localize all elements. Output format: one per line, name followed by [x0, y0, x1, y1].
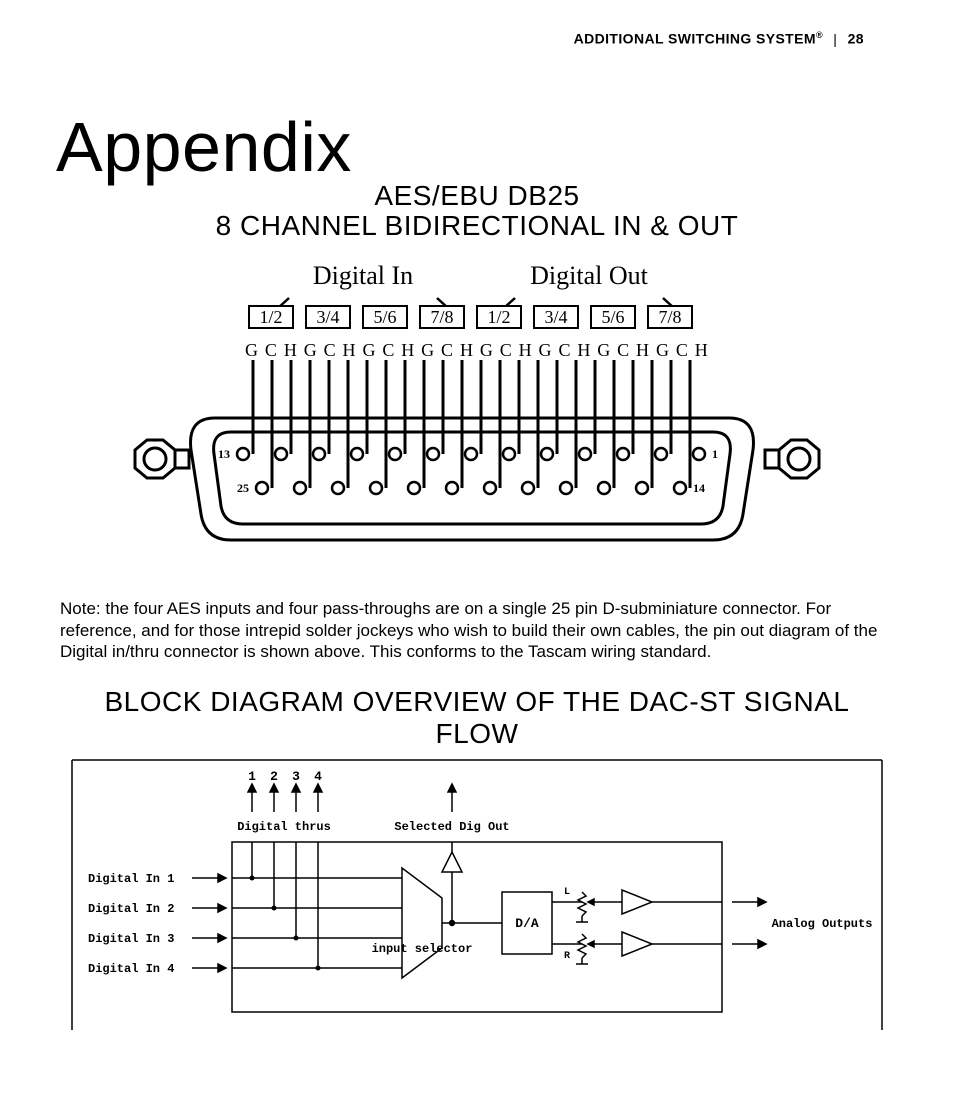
- digital-out-label: Digital Out: [530, 261, 648, 290]
- svg-text:25: 25: [237, 481, 249, 495]
- l-label: L: [564, 887, 570, 898]
- da-label: D/A: [515, 916, 539, 931]
- r-label: R: [564, 951, 570, 962]
- svg-text:1/2: 1/2: [259, 307, 282, 327]
- digital-in-1: Digital In 1: [88, 872, 174, 886]
- svg-text:1/2: 1/2: [487, 307, 510, 327]
- block-diagram-title: BLOCK DIAGRAM OVERVIEW OF THE DAC-ST SIG…: [60, 686, 894, 750]
- svg-text:14: 14: [693, 481, 705, 495]
- appendix-subtitle: AES/EBU DB25 8 CHANNEL BIDIRECTIONAL IN …: [60, 181, 894, 243]
- gch-row: G C H G C H G C H G C H G C H G C H G C …: [245, 340, 709, 360]
- analog-outputs-label: Analog Outputs: [772, 917, 873, 931]
- svg-text:1: 1: [712, 447, 718, 461]
- input-selector-label: input selector: [372, 942, 473, 956]
- registered-mark: ®: [816, 30, 823, 40]
- svg-text:5/6: 5/6: [601, 307, 624, 327]
- svg-text:7/8: 7/8: [430, 307, 453, 327]
- note-paragraph: Note: the four AES inputs and four pass-…: [60, 598, 894, 662]
- appendix-title: Appendix: [56, 107, 894, 187]
- selected-dig-out-label: Selected Dig Out: [394, 820, 509, 834]
- digital-thrus-label: Digital thrus: [237, 820, 331, 834]
- sub1: AES/EBU DB25: [374, 180, 579, 211]
- svg-text:5/6: 5/6: [373, 307, 396, 327]
- svg-text:1: 1: [248, 769, 256, 784]
- svg-text:4: 4: [314, 769, 322, 784]
- svg-text:7/8: 7/8: [658, 307, 681, 327]
- svg-text:2: 2: [270, 769, 278, 784]
- db25-pinout-diagram: Digital In Digital Out 1/2 3/4 5/6 7/8: [60, 254, 894, 574]
- svg-text:3/4: 3/4: [544, 307, 567, 327]
- svg-text:3: 3: [292, 769, 300, 784]
- digital-in-4: Digital In 4: [88, 962, 174, 976]
- sub2: 8 CHANNEL BIDIRECTIONAL IN & OUT: [216, 210, 739, 241]
- svg-text:13: 13: [218, 447, 230, 461]
- digital-in-label: Digital In: [313, 261, 413, 290]
- header-title: ADDITIONAL SWITCHING SYSTEM: [574, 31, 816, 47]
- digital-in-2: Digital In 2: [88, 902, 174, 916]
- pair-boxes: 1/2 3/4 5/6 7/8 1/2 3/4 5/6 7/8: [249, 306, 692, 328]
- block-diagram: 1 2 3 4 Digital thrus Selected Dig Out D…: [60, 752, 894, 1032]
- page-header: ADDITIONAL SWITCHING SYSTEM® | 28: [60, 30, 894, 47]
- header-sep: |: [833, 31, 837, 47]
- page-number: 28: [848, 31, 864, 47]
- svg-text:3/4: 3/4: [316, 307, 339, 327]
- digital-in-3: Digital In 3: [88, 932, 174, 946]
